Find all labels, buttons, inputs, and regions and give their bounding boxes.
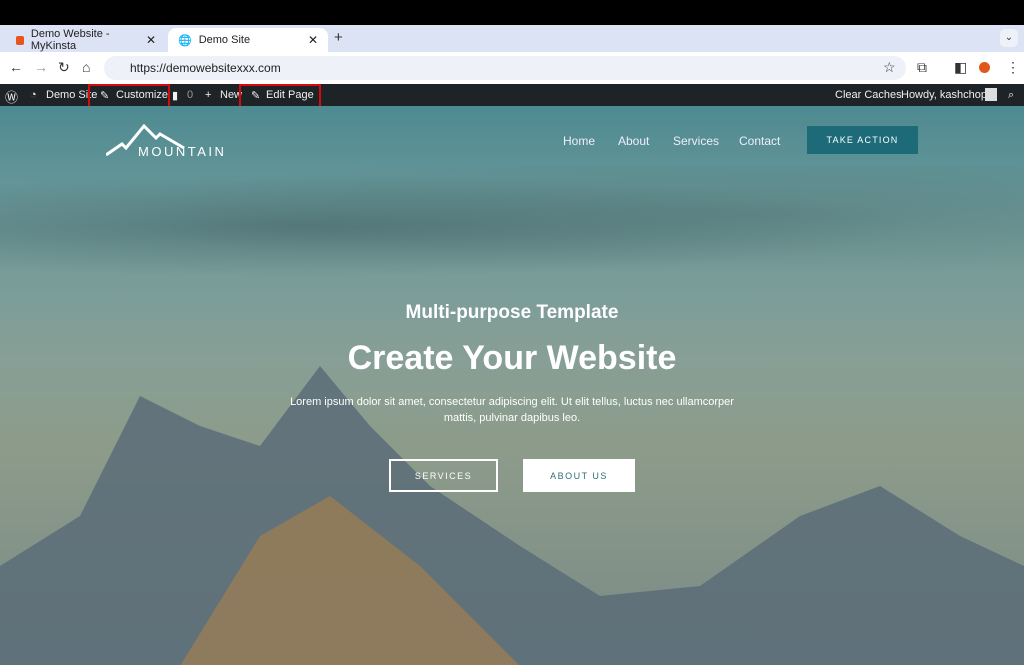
reload-icon[interactable]: ↻ <box>58 59 70 76</box>
plus-icon: + <box>205 89 212 101</box>
sidepanel-icon[interactable]: ◧ <box>954 59 967 76</box>
hero-title: Create Your Website <box>347 339 677 377</box>
screen-top <box>0 0 1024 25</box>
nav-services[interactable]: Services <box>673 134 719 148</box>
globe-icon: 🌐 <box>178 34 192 47</box>
nav-contact[interactable]: Contact <box>739 134 780 148</box>
home-icon[interactable]: ⌂ <box>82 59 90 75</box>
close-icon[interactable]: ✕ <box>308 33 318 47</box>
star-icon[interactable]: ☆ <box>883 59 896 76</box>
comment-icon: ▮ <box>172 90 179 102</box>
account-link[interactable]: Howdy, kashchopra <box>901 89 997 101</box>
clouds-background <box>0 166 1024 286</box>
search-icon[interactable]: ⌕ <box>1008 89 1014 102</box>
tab-mykinsta[interactable]: Demo Website - MyKinsta ✕ <box>6 28 166 52</box>
tab-demo-site[interactable]: 🌐 Demo Site ✕ <box>168 28 328 52</box>
hero-text: Lorem ipsum dolor sit amet, consectetur … <box>290 396 734 424</box>
forward-icon[interactable]: → <box>34 59 48 75</box>
nav-home[interactable]: Home <box>563 134 595 148</box>
about-us-button[interactable]: ABOUT US <box>523 459 635 492</box>
tab-title: Demo Site <box>198 34 251 46</box>
back-icon[interactable]: ← <box>9 59 23 75</box>
url-input[interactable]: https://demowebsitexxx.com <box>104 56 906 80</box>
tab-bar: Demo Website - MyKinsta ✕ 🌐 Demo Site ✕ + ⌄ <box>0 25 1024 52</box>
profile-avatar[interactable] <box>979 62 990 73</box>
dashboard-icon: ◔ <box>30 89 37 101</box>
hero-section: MOUNTAIN Home About Services Contact TAK… <box>0 106 1024 665</box>
hero-subtitle: Multi-purpose Template <box>405 302 619 323</box>
take-action-button[interactable]: TAKE ACTION <box>807 126 918 154</box>
logo-text: MOUNTAIN <box>138 144 227 159</box>
url-text: https://demowebsitexxx.com <box>130 61 281 75</box>
site-logo[interactable]: MOUNTAIN <box>105 123 224 161</box>
nav-about[interactable]: About <box>618 134 649 148</box>
services-button[interactable]: SERVICES <box>389 459 498 492</box>
address-bar-row: ← → ↻ ⌂ https://demowebsitexxx.com ☆ ⧉ ◧… <box>0 52 1024 84</box>
avatar[interactable] <box>985 88 997 101</box>
tab-title: Demo Website - MyKinsta <box>30 28 110 52</box>
chevron-down-icon[interactable]: ⌄ <box>1000 29 1018 47</box>
kinsta-icon <box>16 35 24 45</box>
extensions-icon[interactable]: ⧉ <box>917 59 927 76</box>
clear-caches-link[interactable]: Clear Caches <box>835 89 902 101</box>
comment-count[interactable]: 0 <box>187 89 193 101</box>
new-tab-icon[interactable]: + <box>334 29 343 46</box>
close-icon[interactable]: ✕ <box>146 33 156 47</box>
wordpress-icon[interactable]: Ⓦ <box>5 87 18 106</box>
menu-icon[interactable]: ⋮ <box>1006 59 1020 76</box>
